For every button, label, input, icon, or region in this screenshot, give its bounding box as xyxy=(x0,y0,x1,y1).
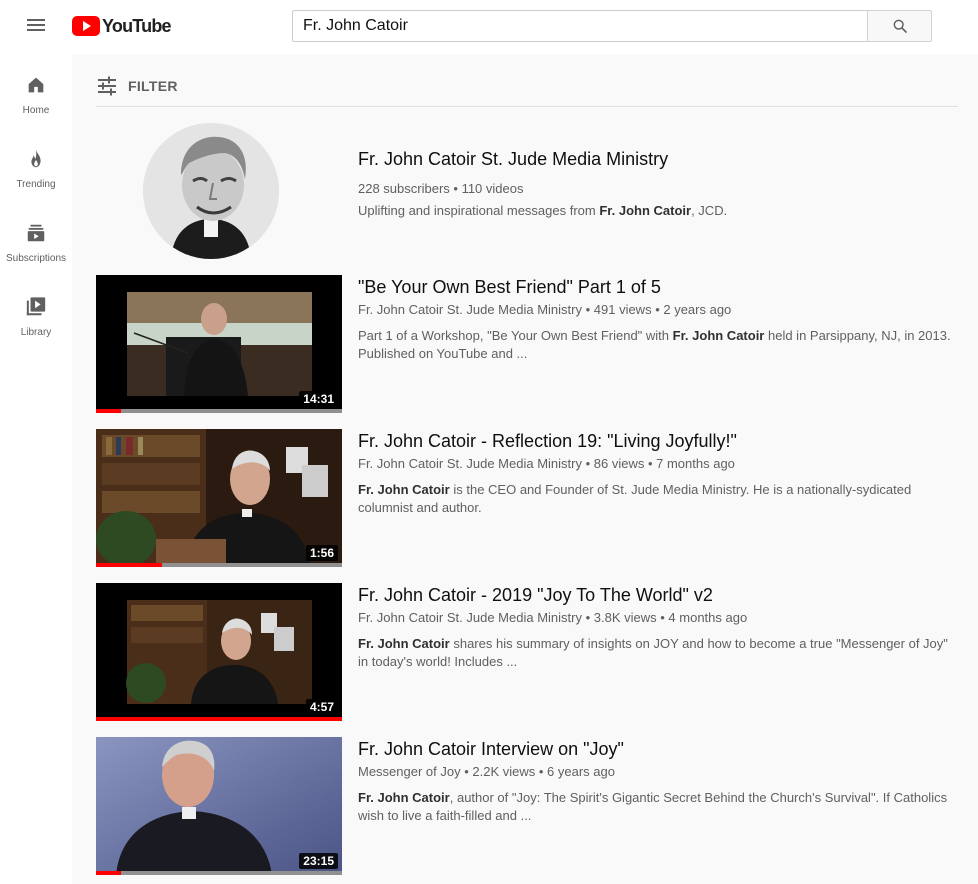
video-channel-link[interactable]: Fr. John Catoir St. Jude Media Ministry xyxy=(358,610,582,625)
channel-description: Uplifting and inspirational messages fro… xyxy=(358,203,727,218)
upload-age: 7 months ago xyxy=(656,456,735,471)
video-duration: 4:57 xyxy=(305,699,338,715)
sidebar-item-label: Library xyxy=(20,327,52,338)
sidebar: Home Trending Subscriptions Library xyxy=(0,54,72,884)
video-meta: Fr. John Catoir St. Jude Media Ministry … xyxy=(358,456,735,471)
search-results: FILTER Fr. John Catoir St. Jude Media Mi… xyxy=(72,54,978,884)
sidebar-item-label: Home xyxy=(22,105,50,116)
watch-progress-bar xyxy=(96,409,342,413)
description-highlight: Fr. John Catoir xyxy=(358,482,450,497)
video-result: 4:57 Fr. John Catoir - 2019 "Joy To The … xyxy=(96,583,976,723)
filter-button[interactable]: FILTER xyxy=(96,76,178,96)
search-icon xyxy=(893,19,907,33)
watch-progress-fill xyxy=(96,717,342,721)
view-count: 86 views xyxy=(593,456,645,471)
subscriber-count: 228 subscribers xyxy=(358,181,450,196)
library-icon xyxy=(26,297,46,316)
channel-title[interactable]: Fr. John Catoir St. Jude Media Ministry xyxy=(358,149,668,170)
video-thumbnail[interactable]: 23:15 xyxy=(96,737,342,875)
upload-age: 4 months ago xyxy=(668,610,748,625)
search-button[interactable] xyxy=(867,10,932,42)
sidebar-item-library[interactable]: Library xyxy=(0,296,72,356)
flame-icon xyxy=(31,149,41,168)
video-thumbnail[interactable]: 4:57 xyxy=(96,583,342,721)
description-highlight: Fr. John Catoir xyxy=(672,328,765,343)
filter-sliders-icon xyxy=(98,76,116,96)
video-description: Fr. John Catoir shares his summary of in… xyxy=(358,635,958,671)
video-result: 14:31 "Be Your Own Best Friend" Part 1 o… xyxy=(96,275,976,415)
sidebar-item-label: Subscriptions xyxy=(5,253,67,264)
youtube-play-icon xyxy=(72,16,100,36)
filter-label: FILTER xyxy=(128,78,178,94)
subscriptions-icon xyxy=(27,224,45,242)
video-duration: 23:15 xyxy=(299,853,338,869)
upload-age: 2 years ago xyxy=(663,302,732,317)
video-count: 110 videos xyxy=(461,181,524,196)
video-thumbnail[interactable]: 14:31 xyxy=(96,275,342,413)
watch-progress-bar xyxy=(96,871,342,875)
video-thumbnail[interactable]: 1:56 xyxy=(96,429,342,567)
video-result: 23:15 Fr. John Catoir Interview on "Joy"… xyxy=(96,737,976,877)
sidebar-item-label: Trending xyxy=(16,179,56,190)
watch-progress-fill xyxy=(96,563,163,567)
video-channel-link[interactable]: Fr. John Catoir St. Jude Media Ministry xyxy=(358,456,582,471)
video-result: 1:56 Fr. John Catoir - Reflection 19: "L… xyxy=(96,429,976,569)
description-highlight: Fr. John Catoir xyxy=(358,636,450,651)
video-meta: Fr. John Catoir St. Jude Media Ministry … xyxy=(358,610,748,625)
logo-text: YouTube xyxy=(102,15,172,36)
watch-progress-fill xyxy=(96,871,121,875)
watch-progress-bar xyxy=(96,717,342,721)
video-title[interactable]: Fr. John Catoir - 2019 "Joy To The World… xyxy=(358,585,713,606)
video-meta: Fr. John Catoir St. Jude Media Ministry … xyxy=(358,302,732,317)
video-title[interactable]: Fr. John Catoir - Reflection 19: "Living… xyxy=(358,431,737,452)
video-meta: Messenger of Joy • 2.2K views • 6 years … xyxy=(358,764,615,779)
watch-progress-bar xyxy=(96,563,342,567)
description-highlight: Fr. John Catoir xyxy=(358,790,450,805)
sidebar-item-home[interactable]: Home xyxy=(0,74,72,134)
channel-meta: 228 subscribers • 110 videos xyxy=(358,181,524,196)
home-icon xyxy=(28,77,44,93)
video-title[interactable]: Fr. John Catoir Interview on "Joy" xyxy=(358,739,624,760)
sidebar-item-trending[interactable]: Trending xyxy=(0,148,72,208)
description-text: Uplifting and inspirational messages fro… xyxy=(358,203,600,218)
video-channel-link[interactable]: Fr. John Catoir St. Jude Media Ministry xyxy=(358,302,582,317)
video-title[interactable]: "Be Your Own Best Friend" Part 1 of 5 xyxy=(358,277,661,298)
portrait-image xyxy=(143,123,279,259)
channel-avatar[interactable] xyxy=(143,123,279,259)
hamburger-menu-icon[interactable] xyxy=(22,16,50,38)
video-channel-link[interactable]: Messenger of Joy xyxy=(358,764,461,779)
view-count: 3.8K views xyxy=(593,610,657,625)
video-description: Fr. John Catoir is the CEO and Founder o… xyxy=(358,481,958,517)
video-description: Fr. John Catoir, author of "Joy: The Spi… xyxy=(358,789,958,825)
description-text: , JCD. xyxy=(691,203,728,218)
description-highlight: Fr. John Catoir xyxy=(599,203,692,218)
youtube-logo[interactable]: YouTube xyxy=(72,14,172,38)
search-input[interactable] xyxy=(292,10,868,42)
video-duration: 14:31 xyxy=(299,391,338,407)
sidebar-item-subscriptions[interactable]: Subscriptions xyxy=(0,222,72,282)
divider xyxy=(96,106,958,107)
upload-age: 6 years ago xyxy=(547,764,615,779)
view-count: 2.2K views xyxy=(472,764,536,779)
video-description: Part 1 of a Workshop, "Be Your Own Best … xyxy=(358,327,958,363)
top-bar: YouTube xyxy=(0,0,978,54)
description-text: Part 1 of a Workshop, "Be Your Own Best … xyxy=(358,328,673,343)
video-duration: 1:56 xyxy=(305,545,338,561)
watch-progress-fill xyxy=(96,409,121,413)
view-count: 491 views xyxy=(593,302,652,317)
